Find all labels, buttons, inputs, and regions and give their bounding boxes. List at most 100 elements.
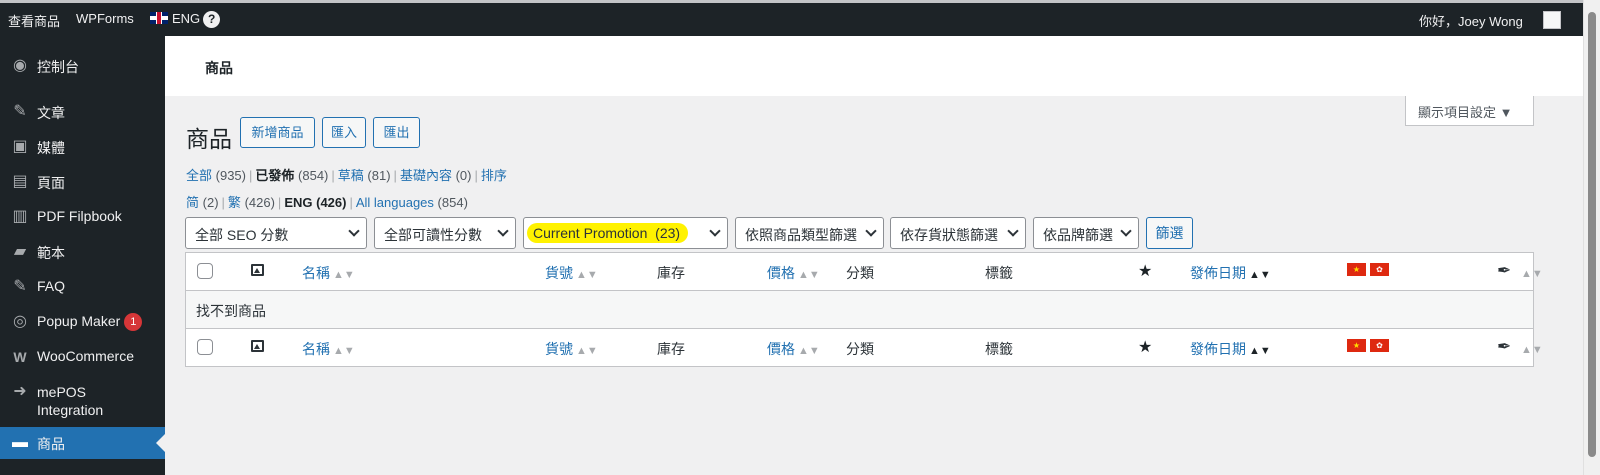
user-greeting[interactable]: 你好，Joey Wong [1419,11,1523,30]
filter-cornerstone-count: (0) [455,168,472,183]
promotion-select[interactable]: Current Promotion (23) [523,217,728,249]
column-tags: 標籤 [985,265,1013,281]
popup-icon: ◎ [13,313,27,330]
china-flag-icon: ★ [1347,339,1366,352]
star-icon[interactable]: ★ [1138,337,1152,357]
column-label: 發佈日期 [1190,341,1246,357]
filter-traditional-count: (426) [244,195,275,210]
filter-all-languages-count: (854) [437,195,468,210]
brand-select[interactable]: 依品牌篩選 [1033,217,1139,249]
screen-options-button[interactable]: 顯示項目設定 ▼ [1405,96,1534,126]
sidebar-item-posts[interactable]: ✎ 文章 [0,96,165,128]
select-value: 全部可讀性分數 [384,227,482,243]
column-name[interactable]: 名稱 ▲▼ [302,339,355,359]
mepos-label-line2: Integration [37,402,104,418]
login-icon: ➜ [13,383,27,400]
quill-sort[interactable]: ▲▼ [1518,264,1543,280]
active-indicator [156,434,165,452]
media-icon: ▣ [12,138,28,155]
column-label: 貨號 [545,265,573,281]
sidebar-item-products[interactable]: ▬ 商品 [0,427,165,459]
column-tags: 標籤 [985,341,1013,357]
seo-score-select[interactable]: 全部 SEO 分數 [185,217,367,249]
column-date[interactable]: 發佈日期 ▲▼ [1190,339,1271,359]
filter-all[interactable]: 全部 [186,168,212,183]
avatar[interactable] [1543,11,1561,29]
column-label: 貨號 [545,341,573,357]
folder-icon: ▰ [13,243,27,260]
product-type-select[interactable]: 依照商品類型篩選 [735,217,884,249]
help-icon[interactable]: ? [203,11,221,28]
export-button[interactable]: 匯出 [373,117,420,148]
select-value: 依照商品類型篩選 [745,227,857,243]
sidebar-item-mepos[interactable]: ➜ mePOS Integration [0,376,165,422]
separator: | [331,168,335,183]
sidebar-item-label: PDF Filpbook [37,208,122,224]
sidebar-item-media[interactable]: ▣ 媒體 [0,131,165,163]
column-name[interactable]: 名稱 ▲▼ [302,263,355,283]
separator: | [393,168,397,183]
separator: | [474,168,478,183]
quill-icon[interactable]: ✒ [1497,337,1511,357]
separator: | [249,168,253,183]
star-icon[interactable]: ★ [1138,261,1152,281]
column-label: 價格 [767,341,795,357]
filter-eng[interactable]: ENG [284,195,312,210]
sidebar-item-dashboard[interactable]: ◉ 控制台 [0,50,165,82]
select-all-checkbox[interactable] [197,263,213,279]
column-stock: 庫存 [657,341,685,357]
column-date[interactable]: 發佈日期 ▲▼ [1190,263,1271,283]
filter-all-languages[interactable]: All languages [356,195,434,210]
sidebar-item-woocommerce[interactable]: W WooCommerce [0,341,165,373]
vertical-scrollbar[interactable] [1583,0,1600,475]
stock-status-select[interactable]: 依存貨狀態篩選 [890,217,1026,249]
sidebar-item-faq[interactable]: ✎ FAQ [0,271,165,303]
column-sku[interactable]: 貨號 ▲▼ [545,263,598,283]
quill-icon[interactable]: ✒ [1497,261,1511,281]
column-price[interactable]: 價格 ▲▼ [767,263,820,283]
filter-published[interactable]: 已發佈 [255,168,294,183]
table-footer-row: 名稱 ▲▼ 貨號 ▲▼ 庫存 價格 ▲▼ 分類 標籤 ★ 發佈日期 ▲▼ ★ ✿ ✒ ▲… [186,329,1543,367]
filter-traditional[interactable]: 繁 [228,195,241,210]
select-all-checkbox[interactable] [197,339,213,355]
column-price[interactable]: 價格 ▲▼ [767,339,820,359]
uk-flag-icon [150,12,168,24]
filter-all-count: (935) [215,168,246,183]
filter-submit-button[interactable]: 篩選 [1146,217,1193,249]
scrollbar-thumb[interactable] [1588,12,1596,457]
language-switcher[interactable]: ENG? [150,11,221,28]
filter-draft[interactable]: 草稿 [338,168,364,183]
sort-icon: ▲▼ [798,269,820,281]
view-products-link[interactable]: 查看商品 [8,11,60,30]
popup-maker-label: Popup Maker [37,313,121,329]
mepos-label-line1: mePOS [37,384,87,400]
woo-icon: W [13,349,27,365]
sidebar-item-label: 控制台 [37,59,79,75]
china-flag-icon: ★ [1347,263,1366,276]
filter-sort[interactable]: 排序 [481,168,507,183]
sidebar-item-templates[interactable]: ▰ 範本 [0,236,165,268]
filter-simplified[interactable]: 简 [186,195,199,210]
sidebar-item-pages[interactable]: ▤ 頁面 [0,166,165,198]
image-icon [251,340,264,352]
filter-cornerstone[interactable]: 基礎內容 [400,168,452,183]
sidebar-item-label: Popup Maker 1 [37,313,143,331]
column-stock: 庫存 [657,265,685,281]
archive-icon: ▬ [12,434,28,451]
book-icon: ▥ [12,208,28,225]
wpforms-link[interactable]: WPForms [76,11,134,26]
hong-kong-flag-icon: ✿ [1370,339,1389,352]
readability-select[interactable]: 全部可讀性分數 [374,217,516,249]
page-header: 商品 [165,36,1583,96]
chevron-down-icon [865,225,877,237]
sidebar-item-pdf-flipbook[interactable]: ▥ PDF Filpbook [0,201,165,233]
column-category: 分類 [846,265,874,281]
table-header-row: 名稱 ▲▼ 貨號 ▲▼ 庫存 價格 ▲▼ 分類 標籤 ★ 發佈日期 ▲▼ ★ ✿ ✒ ▲… [186,253,1543,291]
sidebar-item-popup-maker[interactable]: ◎ Popup Maker 1 [0,306,165,338]
import-button[interactable]: 匯入 [322,117,366,148]
quill-sort[interactable]: ▲▼ [1518,340,1543,356]
page-title: 商品 [186,126,232,152]
chevron-down-icon [709,225,721,237]
add-product-button[interactable]: 新增商品 [240,117,315,148]
column-sku[interactable]: 貨號 ▲▼ [545,339,598,359]
